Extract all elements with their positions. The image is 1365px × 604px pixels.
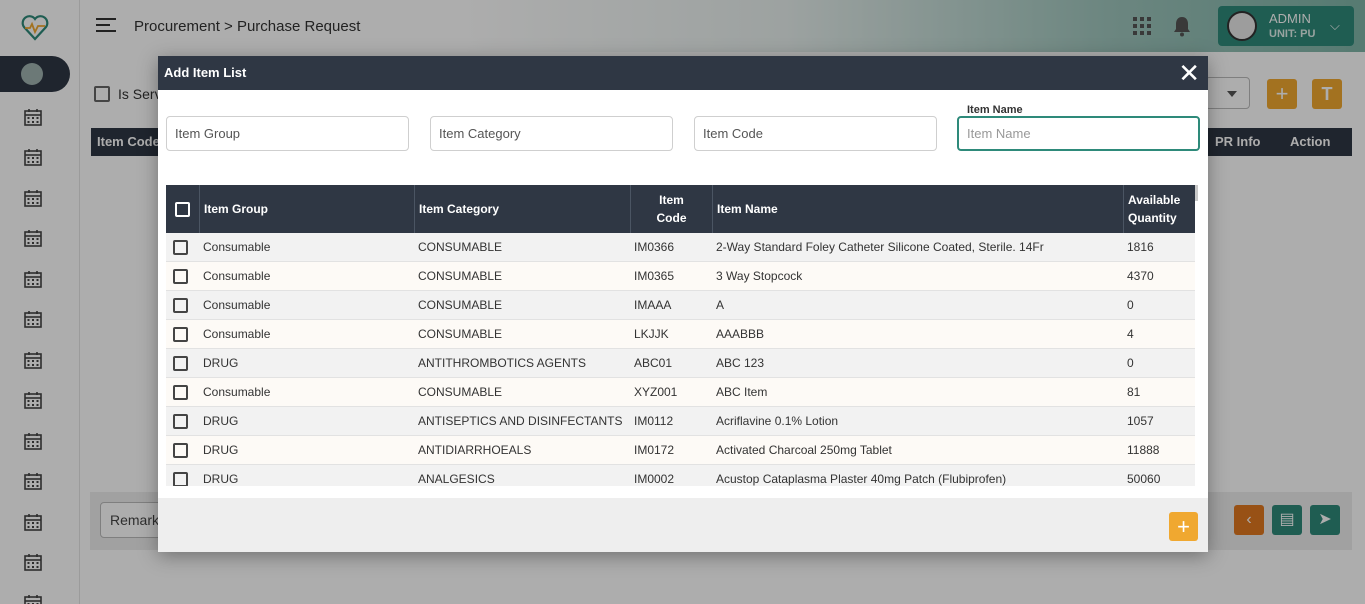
cell-available-quantity: 81 (1127, 385, 1141, 399)
cell-item-category: CONSUMABLE (418, 327, 503, 341)
cell-available-quantity: 11888 (1127, 443, 1160, 457)
item-group-input[interactable] (167, 117, 408, 150)
table-row[interactable]: Consumable CONSUMABLE IMAAA A 0 (166, 291, 1195, 320)
cell-item-group: Consumable (203, 385, 271, 399)
cell-item-code: IM0112 (634, 414, 674, 428)
cell-item-name: 2-Way Standard Foley Catheter Silicone C… (716, 240, 1044, 254)
cell-item-category: ANTITHROMBOTICS AGENTS (418, 356, 587, 370)
modal-footer: + (158, 498, 1208, 552)
table-row[interactable]: Consumable CONSUMABLE IM0366 2-Way Standard… (166, 233, 1195, 262)
cell-item-group: DRUG (203, 472, 239, 486)
cell-item-name: A (716, 298, 725, 312)
cell-item-category: CONSUMABLE (418, 269, 503, 283)
row-checkbox[interactable] (173, 269, 188, 284)
cell-item-name: Acriflavine 0.1% Lotion (716, 414, 839, 428)
cell-item-category: ANTIDIARRHOEALS (418, 443, 532, 457)
table-row[interactable]: DRUG ANTITHROMBOTICS AGENTS ABC01 ABC 123 0 (166, 349, 1195, 378)
col-header-item-group[interactable]: Item Group (199, 185, 414, 233)
table-row[interactable]: Consumable CONSUMABLE IM0365 3 Way Stopcock… (166, 262, 1195, 291)
cell-item-name: AAABBB (716, 327, 765, 341)
cell-item-name: Acustop Cataplasma Plaster 40mg Patch (F… (716, 472, 1007, 486)
cell-item-group: DRUG (203, 414, 239, 428)
cell-item-code: IM0172 (634, 443, 675, 457)
item-category-input[interactable] (431, 117, 672, 150)
modal-header: Add Item List ✕ (158, 56, 1208, 90)
add-item-list-modal: Add Item List ✕ Item Name Item Group Ite… (158, 56, 1208, 552)
row-checkbox[interactable] (173, 298, 188, 313)
close-icon[interactable]: ✕ (1178, 59, 1200, 87)
col-header-item-name[interactable]: Item Name (712, 185, 1123, 233)
cell-item-name: ABC 123 (716, 356, 765, 370)
item-code-input[interactable] (695, 117, 936, 150)
cell-item-group: Consumable (203, 298, 271, 312)
row-checkbox[interactable] (173, 327, 188, 342)
item-grid-body: Consumable CONSUMABLE IM0366 2-Way Standard… (166, 233, 1195, 486)
cell-item-code: IM0365 (634, 269, 675, 283)
row-checkbox[interactable] (173, 443, 188, 458)
cell-available-quantity: 1816 (1127, 240, 1154, 254)
col-header-available-quantity[interactable]: Available Quantity (1123, 185, 1195, 233)
cell-item-code: XYZ001 (634, 385, 678, 399)
cell-item-category: CONSUMABLE (418, 298, 503, 312)
cell-item-name: ABC Item (716, 385, 768, 399)
item-name-input[interactable] (959, 118, 1198, 149)
cell-available-quantity: 50060 (1127, 472, 1161, 486)
add-selected-items-button[interactable]: + (1169, 512, 1198, 541)
cell-item-name: Activated Charcoal 250mg Tablet (716, 443, 892, 457)
select-all-cell (166, 185, 199, 233)
table-row[interactable]: Consumable CONSUMABLE LKJJK AAABBB 4 (166, 320, 1195, 349)
cell-item-code: LKJJK (634, 327, 669, 341)
cell-item-code: ABC01 (634, 356, 673, 370)
cell-available-quantity: 4 (1127, 327, 1134, 341)
cell-item-group: Consumable (203, 327, 271, 341)
cell-item-category: CONSUMABLE (418, 240, 503, 254)
cell-item-group: DRUG (203, 356, 239, 370)
cell-available-quantity: 1057 (1127, 414, 1154, 428)
item-name-floating-label: Item Name (965, 104, 1025, 116)
cell-available-quantity: 0 (1127, 298, 1134, 312)
cell-available-quantity: 0 (1127, 356, 1134, 370)
cell-item-code: IM0366 (634, 240, 675, 254)
select-all-checkbox[interactable] (175, 201, 190, 217)
table-row[interactable]: Consumable CONSUMABLE XYZ001 ABC Item 81 (166, 378, 1195, 407)
col-header-item-category[interactable]: Item Category (414, 185, 630, 233)
item-grid: Item Group Item Category Item Code Item … (166, 185, 1198, 486)
cell-item-category: ANALGESICS (418, 472, 495, 486)
row-checkbox[interactable] (173, 472, 188, 486)
modal-title: Add Item List (164, 65, 247, 80)
item-name-filter: Item Name (957, 104, 1200, 151)
grid-scrollbar[interactable] (1195, 185, 1198, 201)
cell-item-code: IMAAA (634, 298, 672, 312)
item-group-filter (166, 116, 409, 151)
row-checkbox[interactable] (173, 385, 188, 400)
row-checkbox[interactable] (173, 414, 188, 429)
col-header-item-code[interactable]: Item Code (630, 185, 712, 233)
item-category-filter (430, 116, 673, 151)
cell-available-quantity: 4370 (1127, 269, 1154, 283)
cell-item-category: CONSUMABLE (418, 385, 503, 399)
table-row[interactable]: DRUG ANTISEPTICS AND DISINFECTANTS IM0112 A… (166, 407, 1195, 436)
table-row[interactable]: DRUG ANALGESICS IM0002 Acustop Cataplasma P… (166, 465, 1195, 486)
item-code-filter (694, 116, 937, 151)
cell-item-code: IM0002 (634, 472, 675, 486)
row-checkbox[interactable] (173, 240, 188, 255)
row-checkbox[interactable] (173, 356, 188, 371)
cell-item-name: 3 Way Stopcock (716, 269, 803, 283)
cell-item-group: DRUG (203, 443, 239, 457)
cell-item-group: Consumable (203, 269, 271, 283)
item-grid-header: Item Group Item Category Item Code Item … (166, 185, 1195, 233)
cell-item-category: ANTISEPTICS AND DISINFECTANTS (418, 414, 623, 428)
table-row[interactable]: DRUG ANTIDIARRHOEALS IM0172 Activated Charc… (166, 436, 1195, 465)
cell-item-group: Consumable (203, 240, 271, 254)
